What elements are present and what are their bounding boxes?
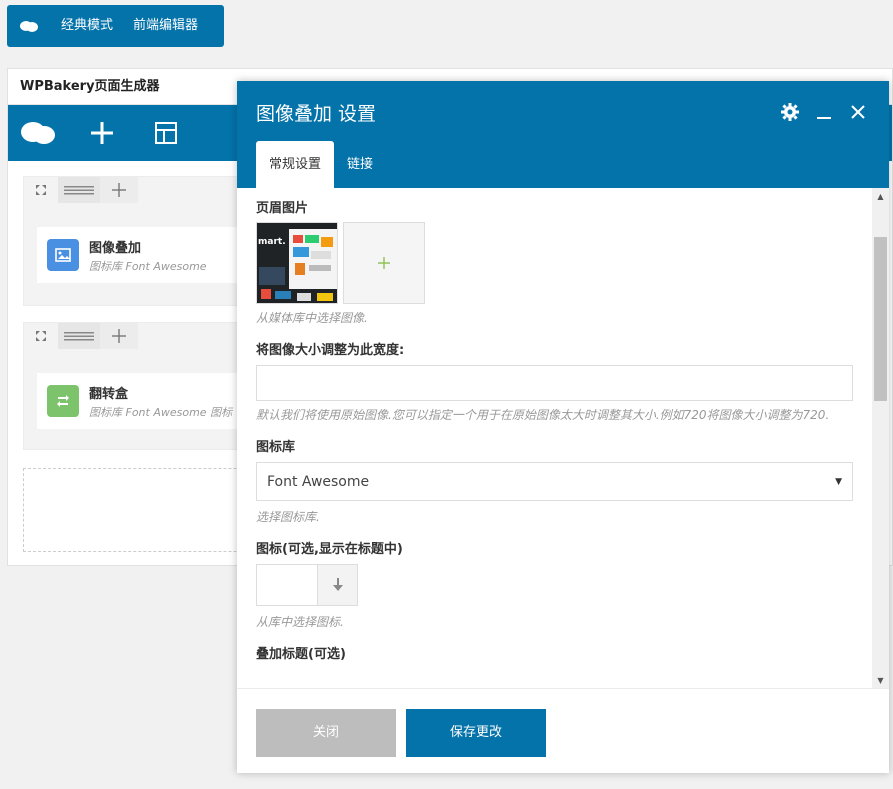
element-name: 图像叠加 xyxy=(89,240,142,256)
row-layout-icon[interactable] xyxy=(58,323,100,349)
save-changes-button[interactable]: 保存更改 xyxy=(406,709,546,757)
resize-width-help: 默认我们将使用原始图像.您可以指定一个用于在原始图像太大时调整其大小.例如720… xyxy=(256,408,830,422)
gear-icon[interactable] xyxy=(779,101,801,123)
close-icon[interactable] xyxy=(847,101,869,123)
add-element-icon[interactable] xyxy=(84,115,120,151)
element-subtitle: 图标库 Font Awesome 图标 xyxy=(89,405,233,419)
frontend-editor-button[interactable]: 前端编辑器 xyxy=(123,5,208,47)
header-image-help: 从媒体库中选择图像. xyxy=(256,311,368,325)
icon-library-label: 图标库 xyxy=(256,440,296,455)
icon-label: 图标(可选,显示在标题中) xyxy=(256,542,403,557)
icon-picker[interactable] xyxy=(256,564,358,606)
element-subtitle: 图标库 Font Awesome xyxy=(89,259,207,273)
thumbnail-brand-text: mart. xyxy=(258,237,286,247)
close-button[interactable]: 关闭 xyxy=(256,709,396,757)
resize-width-label: 将图像大小调整为此宽度: xyxy=(256,343,405,358)
overlay-title-label: 叠加标题(可选) xyxy=(256,647,346,662)
modal-scrollbar[interactable]: ▲ ▼ xyxy=(872,188,889,688)
tab-link[interactable]: 链接 xyxy=(334,141,386,188)
settings-modal: 图像叠加 设置 常规设置 链接 页眉图片 mart. 从媒体库中选择图像. 将图… xyxy=(237,81,889,773)
classic-mode-button[interactable]: 经典模式 xyxy=(51,5,123,47)
icon-library-value: Font Awesome xyxy=(267,473,370,490)
wpbakery-cloud-icon[interactable] xyxy=(20,115,56,151)
modal-footer: 关闭 保存更改 xyxy=(237,688,889,773)
header-image-thumbnail[interactable]: mart. xyxy=(256,222,338,304)
chevron-down-icon: ▼ xyxy=(835,476,842,487)
icon-library-select[interactable]: Font Awesome ▼ xyxy=(256,462,853,501)
scroll-down-icon[interactable]: ▼ xyxy=(872,672,889,688)
editor-mode-bar: 经典模式 前端编辑器 xyxy=(7,5,224,47)
modal-tabs: 常规设置 链接 xyxy=(256,141,386,188)
element-name: 翻转盒 xyxy=(89,386,129,402)
icon-preview xyxy=(257,565,317,605)
modal-body: 页眉图片 mart. 从媒体库中选择图像. 将图像大小调整为此宽度: 默认我们将… xyxy=(237,188,889,688)
settings-form: 页眉图片 mart. 从媒体库中选择图像. 将图像大小调整为此宽度: 默认我们将… xyxy=(256,188,853,662)
templates-icon[interactable] xyxy=(148,115,184,151)
icon-help: 从库中选择图标. xyxy=(256,615,344,629)
header-image-label: 页眉图片 xyxy=(256,201,309,216)
row-add-icon[interactable] xyxy=(100,177,138,203)
flip-box-icon xyxy=(47,385,79,417)
header-image-picker: mart. xyxy=(256,222,853,304)
tab-general[interactable]: 常规设置 xyxy=(256,141,335,188)
scroll-up-icon[interactable]: ▲ xyxy=(872,188,889,204)
modal-controls xyxy=(779,101,869,123)
row-add-icon[interactable] xyxy=(100,323,138,349)
modal-title: 图像叠加 设置 xyxy=(256,103,377,125)
arrow-down-icon[interactable] xyxy=(317,565,357,605)
scrollbar-thumb[interactable] xyxy=(874,237,887,401)
wpbakery-logo-icon[interactable] xyxy=(7,5,51,47)
minimize-icon[interactable] xyxy=(813,101,835,123)
image-overlay-icon xyxy=(47,239,79,271)
resize-width-input[interactable] xyxy=(256,365,853,401)
add-image-button[interactable] xyxy=(343,222,425,304)
row-move-icon[interactable] xyxy=(24,323,58,349)
row-layout-icon[interactable] xyxy=(58,177,100,203)
modal-header: 图像叠加 设置 常规设置 链接 xyxy=(237,81,889,188)
icon-library-help: 选择图标库. xyxy=(256,510,320,524)
row-move-icon[interactable] xyxy=(24,177,58,203)
